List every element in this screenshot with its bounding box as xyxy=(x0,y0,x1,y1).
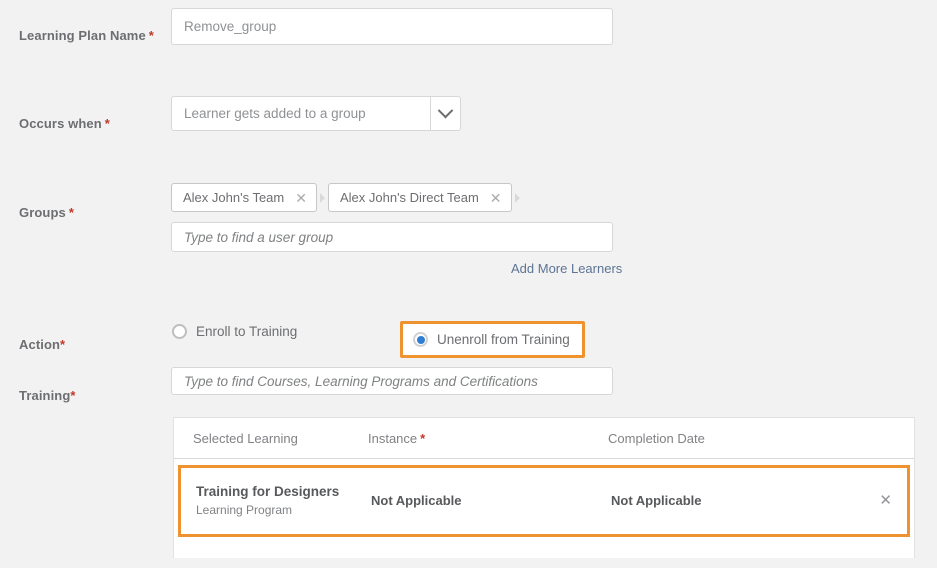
groups-label: Groups * xyxy=(19,205,74,220)
close-icon[interactable]: ✕ xyxy=(490,191,502,205)
training-title: Training for Designers xyxy=(196,484,340,500)
learning-plan-name-value: Remove_group xyxy=(184,19,277,34)
radio-enroll-to-training[interactable]: Enroll to Training xyxy=(172,324,297,339)
instance-value: Not Applicable xyxy=(371,493,462,508)
column-header-completion-date: Completion Date xyxy=(608,430,705,446)
group-chip-label: Alex John's Direct Team xyxy=(339,190,479,205)
cell-remove-action: ✕ xyxy=(852,492,892,510)
required-asterisk: * xyxy=(104,116,110,131)
radio-selected-icon xyxy=(413,332,428,347)
action-label-text: Action xyxy=(19,337,61,352)
group-chip[interactable]: Alex John's Team ✕ xyxy=(171,183,317,212)
learning-plan-name-label-text: Learning Plan Name xyxy=(19,28,146,43)
learning-plan-name-label: Learning Plan Name * xyxy=(19,28,154,43)
close-icon[interactable]: ✕ xyxy=(879,492,892,509)
action-label: Action* xyxy=(19,337,65,352)
cell-completion-date: Not Applicable xyxy=(611,492,852,510)
occurs-when-selected-value: Learner gets added to a group xyxy=(184,106,366,121)
table-row[interactable]: Training for Designers Learning Program … xyxy=(178,465,910,537)
occurs-when-select[interactable]: Learner gets added to a group xyxy=(171,96,461,131)
table-header-row: Selected Learning Instance * Completion D… xyxy=(174,418,914,459)
group-chip[interactable]: Alex John's Direct Team ✕ xyxy=(327,183,512,212)
close-icon[interactable]: ✕ xyxy=(295,191,307,205)
chevron-down-icon xyxy=(437,102,454,119)
occurs-when-select-value-box[interactable]: Learner gets added to a group xyxy=(171,96,430,131)
required-asterisk: * xyxy=(148,28,154,43)
groups-label-text: Groups xyxy=(19,205,66,220)
occurs-when-label-text: Occurs when xyxy=(19,116,102,131)
cell-selected-learning: Training for Designers Learning Program xyxy=(196,483,371,518)
group-search-input[interactable]: Type to find a user group xyxy=(171,222,613,252)
training-search-input[interactable]: Type to find Courses, Learning Programs … xyxy=(171,367,613,395)
required-asterisk: * xyxy=(420,430,426,446)
training-type: Learning Program xyxy=(196,502,293,517)
training-label: Training* xyxy=(19,388,76,403)
learning-plan-form-page: Learning Plan Name * Remove_group Occurs … xyxy=(0,0,937,568)
selected-training-table: Selected Learning Instance * Completion D… xyxy=(173,417,915,558)
cell-instance: Not Applicable xyxy=(371,492,611,510)
required-asterisk: * xyxy=(68,205,74,220)
occurs-when-label: Occurs when * xyxy=(19,116,110,131)
required-asterisk: * xyxy=(70,388,76,403)
required-asterisk: * xyxy=(60,337,66,352)
groups-chip-list: Alex John's Team ✕ Alex John's Direct Te… xyxy=(171,183,523,212)
column-header-instance: Instance * xyxy=(368,431,608,446)
radio-unenroll-label: Unenroll from Training xyxy=(437,332,570,347)
column-header-instance-text: Instance xyxy=(368,430,418,446)
group-chip-label: Alex John's Team xyxy=(183,190,285,205)
chip-separator-icon xyxy=(319,192,325,203)
learning-plan-name-input[interactable]: Remove_group xyxy=(171,8,613,45)
training-label-text: Training xyxy=(19,388,71,403)
occurs-when-dropdown-button[interactable] xyxy=(430,96,461,131)
column-header-selected-learning: Selected Learning xyxy=(193,430,298,446)
training-search-placeholder: Type to find Courses, Learning Programs … xyxy=(184,373,538,389)
radio-unenroll-from-training[interactable]: Unenroll from Training xyxy=(400,321,585,358)
chip-separator-icon xyxy=(514,192,520,203)
radio-unselected-icon xyxy=(172,324,187,339)
group-search-placeholder: Type to find a user group xyxy=(184,229,334,245)
radio-enroll-label: Enroll to Training xyxy=(196,324,298,339)
completion-date-value: Not Applicable xyxy=(611,493,702,508)
add-more-learners-link[interactable]: Add More Learners xyxy=(511,261,622,276)
